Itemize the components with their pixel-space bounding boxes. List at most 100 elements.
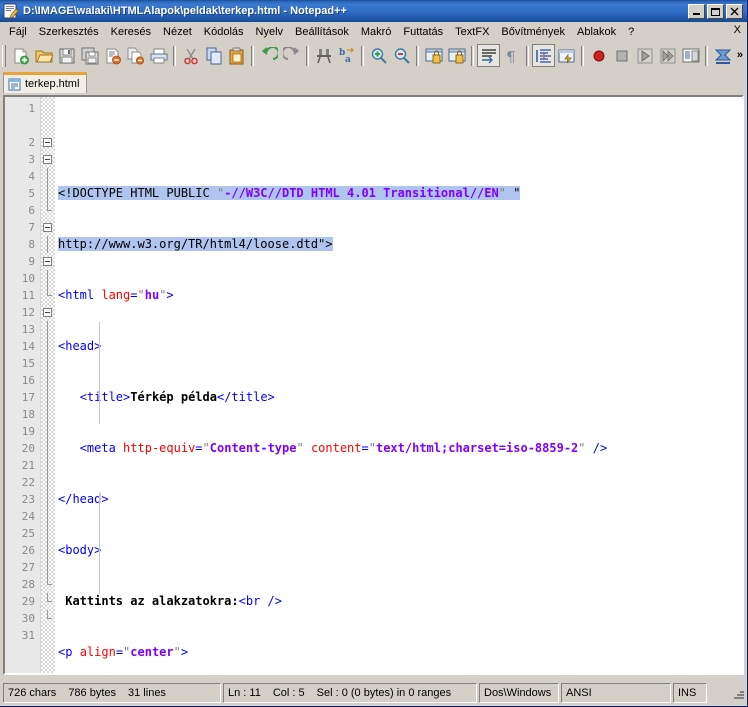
status-encoding[interactable]: ANSI	[561, 683, 671, 703]
line-number: 14	[21, 340, 35, 353]
fold-cell	[41, 406, 55, 423]
fold-toggle-p[interactable]	[41, 253, 55, 270]
sync-vertical-scroll-icon[interactable]	[422, 44, 445, 67]
editor[interactable]: 1 2 3 4 5 6 7 8 9 10 11 12 13 14 15 16 1…	[3, 95, 744, 675]
show-all-chars-icon[interactable]: ¶	[500, 44, 523, 67]
maximize-button[interactable]	[707, 3, 724, 19]
play-macro-icon[interactable]	[633, 44, 656, 67]
code-line: <meta http-equiv="Content-type" content=…	[79, 441, 608, 455]
resize-grip[interactable]	[729, 685, 745, 701]
fold-toggle-body[interactable]	[41, 219, 55, 236]
save-all-icon[interactable]	[78, 44, 101, 67]
new-file-icon[interactable]	[9, 44, 32, 67]
record-macro-icon[interactable]	[587, 44, 610, 67]
code-content[interactable]: <!DOCTYPE HTML PUBLIC "-//W3C//DTD HTML …	[55, 97, 742, 673]
fold-cell	[41, 338, 55, 355]
menu-item-help[interactable]: ?	[622, 24, 640, 41]
menu-item-beallitasok[interactable]: Beállítások	[289, 24, 355, 41]
menu-item-makro[interactable]: Makró	[355, 24, 398, 41]
close-all-icon[interactable]	[124, 44, 147, 67]
status-sel: Sel : 0 (0 bytes) in 0 ranges	[316, 687, 452, 699]
status-ln: Ln : 11	[228, 687, 261, 699]
toolbar-separator	[173, 45, 176, 66]
line-number: 7	[28, 221, 35, 234]
menu-item-kodolas[interactable]: Kódolás	[198, 24, 250, 41]
status-bar: 726 chars 786 bytes 31 lines Ln : 11 Col…	[0, 680, 747, 706]
menu-item-futtatas[interactable]: Futtatás	[397, 24, 449, 41]
fold-cell	[41, 117, 55, 134]
menu-item-kereses[interactable]: Keresés	[105, 24, 157, 41]
toolbar-separator	[306, 45, 309, 66]
close-document-button[interactable]: X	[734, 24, 741, 36]
line-number: 28	[21, 578, 35, 591]
fold-toggle-html[interactable]	[41, 134, 55, 151]
menu-item-nyelv[interactable]: Nyelv	[250, 24, 290, 41]
status-insert-mode[interactable]: INS	[673, 683, 707, 703]
undo-icon[interactable]	[257, 44, 280, 67]
close-file-icon[interactable]	[101, 44, 124, 67]
user-defined-dialog-icon[interactable]	[555, 44, 578, 67]
tab-label: terkep.html	[25, 78, 80, 90]
run-icon[interactable]	[711, 44, 734, 67]
fold-cell	[41, 525, 55, 542]
find-icon[interactable]	[312, 44, 335, 67]
line-number: 25	[21, 527, 35, 540]
svg-text:a: a	[345, 55, 351, 65]
fold-cell	[41, 508, 55, 525]
line-number: 4	[28, 170, 35, 183]
status-caret-position: Ln : 11 Col : 5 Sel : 0 (0 bytes) in 0 r…	[223, 683, 477, 703]
fold-cell	[41, 100, 55, 117]
fold-cell	[41, 576, 55, 593]
indent-guide-icon[interactable]	[532, 44, 555, 67]
fold-toggle-head[interactable]	[41, 151, 55, 168]
line-number: 19	[21, 425, 35, 438]
toolbar-grip[interactable]	[2, 44, 6, 67]
line-number: 5	[28, 187, 35, 200]
menu-item-bovitmenyek[interactable]: Bővítmények	[495, 24, 571, 41]
paste-icon[interactable]	[225, 44, 248, 67]
minimize-button[interactable]	[688, 3, 705, 19]
close-button[interactable]	[726, 3, 743, 19]
status-lines: 31 lines	[128, 687, 166, 699]
status-bytes: 786 bytes	[68, 687, 117, 699]
menu-item-szerkesztes[interactable]: Szerkesztés	[33, 24, 105, 41]
fold-cell	[41, 321, 55, 338]
code-line: </head>	[58, 492, 109, 506]
code-line: <p align="center">	[58, 645, 189, 659]
redo-icon[interactable]	[280, 44, 303, 67]
line-number: 21	[21, 459, 35, 472]
line-number: 6	[28, 204, 35, 217]
tab-terkep-html[interactable]: terkep.html	[3, 72, 88, 93]
open-file-icon[interactable]	[32, 44, 55, 67]
save-icon[interactable]	[55, 44, 78, 67]
status-eol-format[interactable]: Dos\Windows	[479, 683, 559, 703]
copy-icon[interactable]	[202, 44, 225, 67]
print-icon[interactable]	[147, 44, 170, 67]
fold-cell	[41, 627, 55, 644]
fold-margin[interactable]	[41, 97, 55, 673]
menu-item-ablakok[interactable]: Ablakok	[571, 24, 622, 41]
fold-cell	[41, 593, 55, 610]
fold-cell	[41, 355, 55, 372]
line-number: 1	[28, 102, 35, 115]
menu-item-nezet[interactable]: Nézet	[157, 24, 198, 41]
zoom-in-icon[interactable]	[367, 44, 390, 67]
menu-item-textfx[interactable]: TextFX	[449, 24, 495, 41]
run-macro-multiple-icon[interactable]	[656, 44, 679, 67]
status-chars: 726 chars	[8, 687, 57, 699]
line-number: 16	[21, 374, 35, 387]
line-number: 9	[28, 255, 35, 268]
replace-icon[interactable]: b a	[335, 44, 358, 67]
toolbar-separator	[471, 45, 474, 66]
fold-cell	[41, 372, 55, 389]
toolbar-overflow-button[interactable]: »	[737, 49, 743, 61]
zoom-out-icon[interactable]	[390, 44, 413, 67]
save-macro-icon[interactable]	[679, 44, 702, 67]
sync-horizontal-scroll-icon[interactable]	[445, 44, 468, 67]
fold-toggle-map[interactable]	[41, 304, 55, 321]
menu-item-fajl[interactable]: Fájl	[3, 24, 33, 41]
stop-macro-icon[interactable]	[610, 44, 633, 67]
line-number: 23	[21, 493, 35, 506]
cut-icon[interactable]	[179, 44, 202, 67]
word-wrap-icon[interactable]	[477, 44, 500, 67]
